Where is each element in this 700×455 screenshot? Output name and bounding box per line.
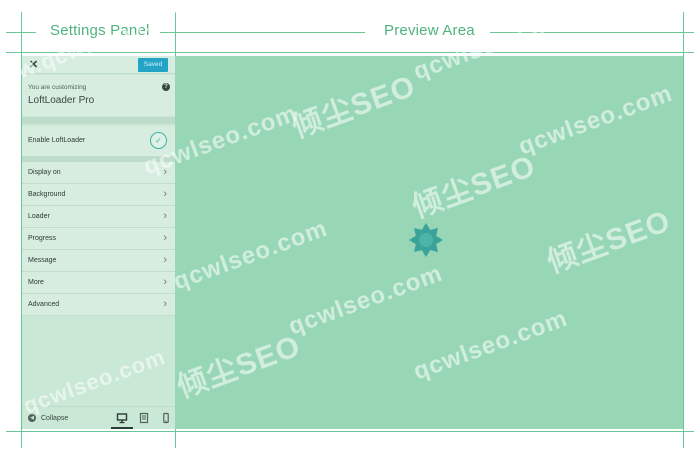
guide-line-top (160, 32, 365, 33)
menu-item-loader[interactable]: Loader › (22, 206, 175, 228)
preview-area-heading: Preview Area (384, 22, 475, 39)
customizing-info: You are customizing LoftLoader Pro ? (22, 75, 175, 116)
loader-star-icon (409, 223, 443, 257)
tablet-icon[interactable] (138, 412, 150, 424)
chevron-right-icon: › (163, 188, 167, 200)
saved-button[interactable]: Saved (138, 58, 168, 72)
settings-panel: ✕ Saved You are customizing LoftLoader P… (22, 56, 175, 429)
mobile-icon[interactable] (160, 412, 172, 424)
panel-footer: ◀ Collapse (22, 406, 175, 429)
chevron-right-icon: › (163, 210, 167, 222)
collapse-button[interactable]: Collapse (41, 415, 68, 422)
menu-item-label: Display on (28, 169, 61, 176)
menu-item-progress[interactable]: Progress › (22, 228, 175, 250)
menu-item-display-on[interactable]: Display on › (22, 162, 175, 184)
menu-item-message[interactable]: Message › (22, 250, 175, 272)
settings-panel-heading: Settings Panel (50, 22, 150, 39)
panel-topbar: ✕ Saved (22, 56, 175, 74)
chevron-right-icon: › (163, 298, 167, 310)
customizing-title: LoftLoader Pro (28, 95, 95, 106)
guide-line-right (683, 12, 684, 448)
enable-loftloader-label: Enable LoftLoader (28, 137, 86, 144)
enable-loftloader-row[interactable]: Enable LoftLoader ✓ (22, 126, 175, 156)
menu-item-label: Progress (28, 235, 57, 242)
menu-item-label: Background (28, 191, 66, 198)
preview-area (175, 56, 683, 429)
close-icon[interactable]: ✕ (29, 57, 38, 73)
menu-item-advanced[interactable]: Advanced › (22, 294, 175, 316)
guide-line-top (490, 32, 694, 33)
enable-check-icon[interactable]: ✓ (150, 132, 167, 149)
guide-line-bottom (6, 431, 694, 432)
guide-line-row (6, 52, 694, 53)
desktop-icon[interactable] (116, 412, 128, 424)
collapse-icon[interactable]: ◀ (28, 414, 36, 422)
menu-item-more[interactable]: More › (22, 272, 175, 294)
customizing-label: You are customizing (28, 84, 87, 91)
menu-item-label: Message (28, 257, 57, 264)
stage: Settings Panel Preview Area ✕ Saved You … (0, 0, 700, 455)
menu-item-label: Loader (28, 213, 50, 220)
menu-item-label: More (28, 279, 44, 286)
chevron-right-icon: › (163, 232, 167, 244)
chevron-right-icon: › (163, 276, 167, 288)
separator (22, 117, 175, 124)
chevron-right-icon: › (163, 254, 167, 266)
help-icon[interactable]: ? (162, 83, 170, 91)
chevron-right-icon: › (163, 166, 167, 178)
menu-item-label: Advanced (28, 301, 60, 308)
active-device-indicator (111, 427, 133, 429)
settings-menu: Display on › Background › Loader › Progr… (22, 162, 175, 316)
menu-item-background[interactable]: Background › (22, 184, 175, 206)
